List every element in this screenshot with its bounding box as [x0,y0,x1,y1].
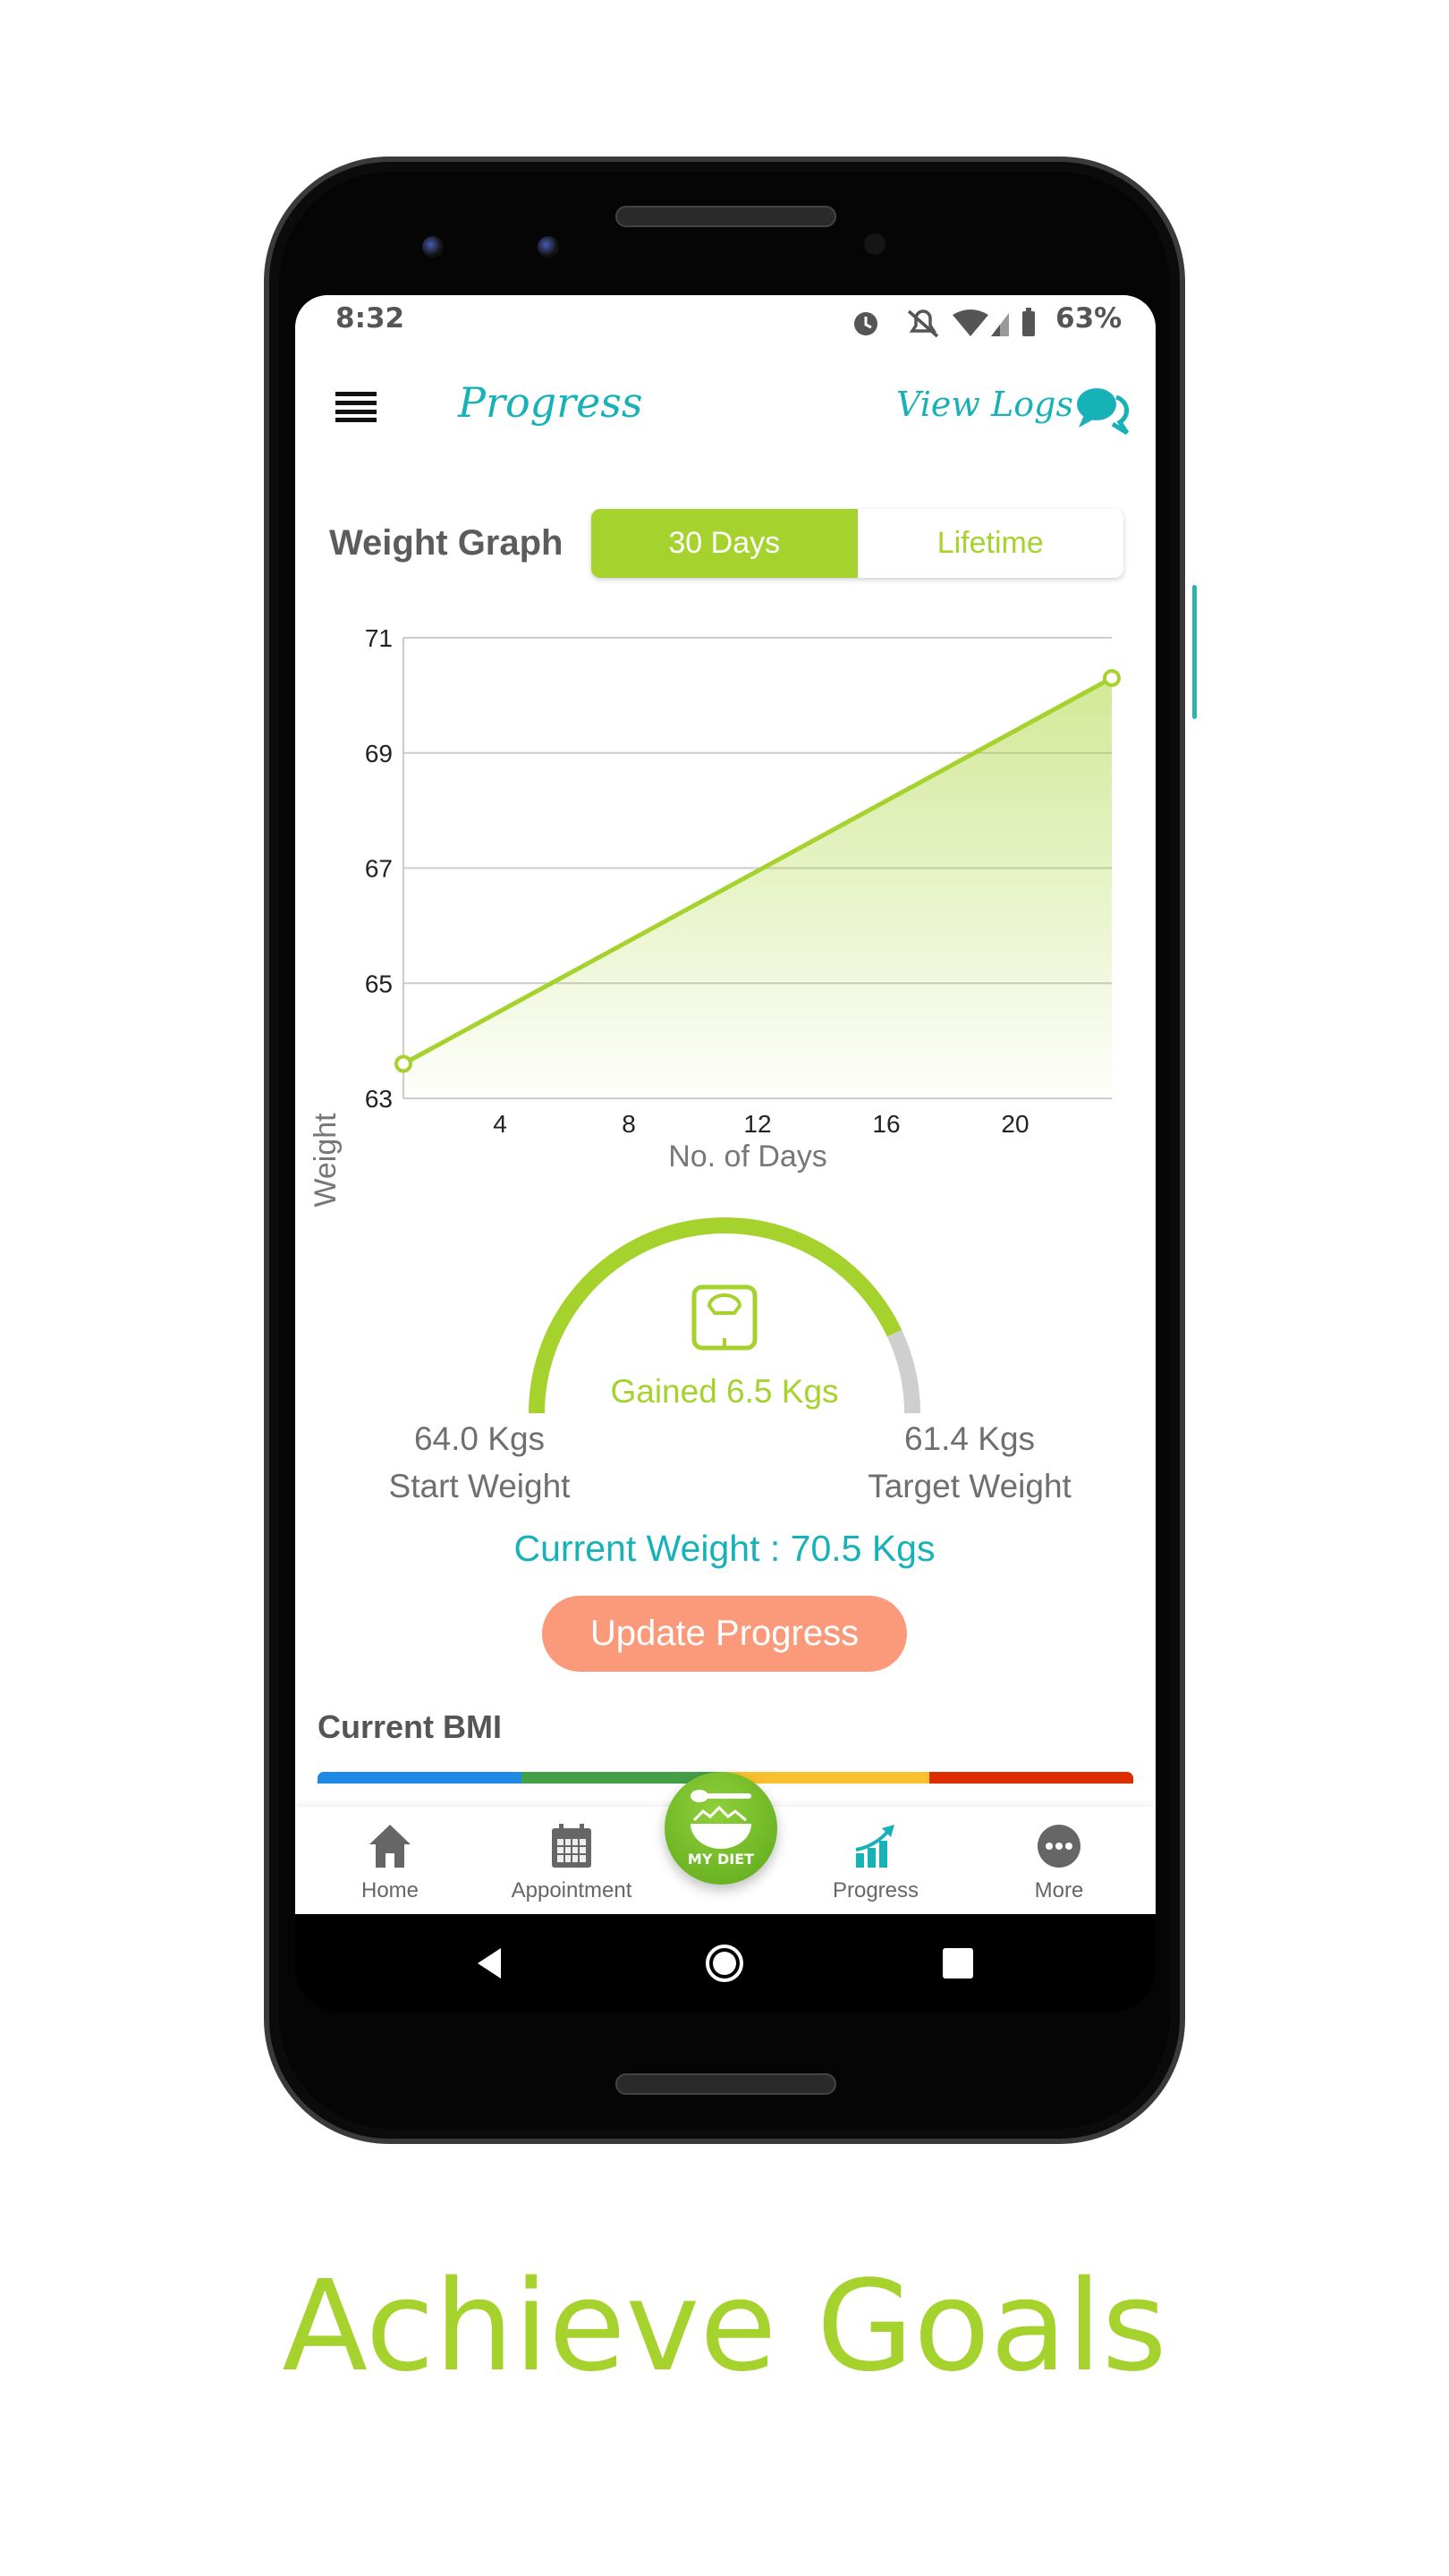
x-tick-label: 4 [493,1110,507,1138]
tagline: Achieve Goals [282,2254,1167,2400]
phone-camera [422,236,444,258]
nav-more[interactable]: More [979,1807,1140,1914]
target-weight-value: 61.4 Kgs [903,1420,1036,1457]
data-point [1103,669,1121,688]
x-tick-label: 8 [622,1110,636,1138]
chart-growth-icon [855,1825,894,1868]
my-diet-button[interactable]: MY DIET [665,1772,777,1885]
alarm-icon [854,312,877,335]
tab-lifetime[interactable]: Lifetime [858,509,1124,578]
start-weight-label: Start Weight [388,1468,571,1504]
tab-30-days[interactable]: 30 Days [591,509,858,578]
target-weight-label: Target Weight [868,1468,1072,1504]
phone-bottom-speaker [615,2073,836,2095]
nav-label: Progress [832,1878,919,1902]
range-toggle: 30 Days Lifetime [591,509,1123,578]
y-tick-label: 65 [365,970,393,997]
app: 8:32 63% Progress View Logs Weight Graph… [295,295,1156,1914]
data-point [394,1055,412,1073]
y-tick-label: 71 [365,624,393,652]
battery-icon [1022,308,1035,336]
gauge-remaining-arc [886,1329,920,1414]
status-battery: 63% [1055,302,1123,335]
gained-text: Gained 6.5 Kgs [610,1373,839,1410]
my-diet-label: MY DIET [687,1851,755,1868]
calendar-icon [552,1824,591,1868]
screen: 8:32 63% Progress View Logs Weight Graph… [295,295,1156,2012]
current-weight: Current Weight : 70.5 Kgs [513,1528,936,1569]
nav-appointment[interactable]: Appointment [491,1807,652,1914]
nav-home[interactable]: Home [309,1807,470,1914]
phone-speaker [615,206,836,227]
view-logs-link[interactable]: View Logs [896,385,1073,424]
phone-camera [538,236,559,258]
area-fill [403,678,1112,1098]
bowl-icon [691,1790,751,1849]
nav-label: Appointment [511,1878,632,1902]
phone-side-button [1192,585,1197,719]
y-tick-label: 69 [365,740,393,767]
signal-icon [991,313,1009,336]
system-nav-bar [295,1914,1156,2012]
bmi-title: Current BMI [318,1708,502,1745]
back-icon[interactable] [478,1948,501,1979]
nav-label: More [1034,1878,1084,1902]
system-nav-buttons [478,1945,973,1982]
nav-progress[interactable]: Progress [795,1807,956,1914]
hamburger-icon[interactable] [335,392,377,422]
start-weight-value: 64.0 Kgs [413,1420,546,1457]
bmi-segment-underweight [318,1772,521,1784]
wifi-icon [953,309,988,336]
update-progress-button[interactable]: Update Progress [542,1596,907,1672]
y-tick-label: 67 [365,855,393,883]
status-icons [854,308,1035,338]
x-axis-label: No. of Days [668,1140,827,1174]
bmi-segment-obese [929,1772,1133,1784]
chat-icon[interactable] [1075,385,1131,435]
x-tick-label: 16 [872,1110,900,1138]
weight-chart: 71696765634 8 12 16 20 Weight No. of Days [309,624,1121,1208]
page-title: Progress [458,378,643,427]
weighing-scale-icon [691,1284,758,1351]
phone-sensor [864,233,886,255]
x-tick-label: 20 [1001,1110,1029,1138]
recents-icon[interactable] [943,1948,973,1979]
y-tick-label: 63 [365,1085,393,1113]
home-icon [369,1825,411,1868]
x-tick-label: 12 [743,1110,771,1138]
more-icon [1038,1825,1080,1868]
status-time: 8:32 [335,302,405,335]
nav-label: Home [360,1878,419,1902]
bell-off-icon [907,309,939,338]
weight-graph-label: Weight Graph [329,523,564,563]
bmi-segment-overweight [725,1772,929,1784]
